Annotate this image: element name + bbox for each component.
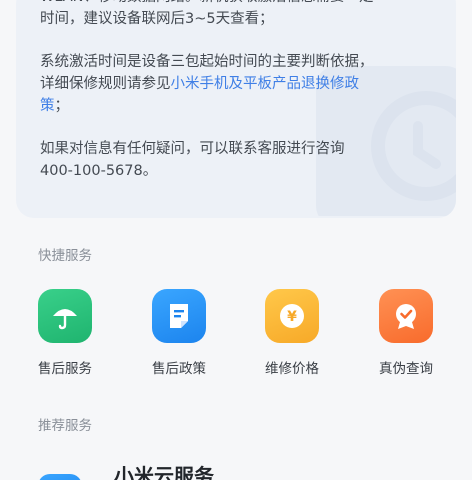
info-line-4: 详细保修规则请参见小米手机及平板产品退换修政 [40, 73, 430, 95]
customer-service-phone[interactable]: 400-100-5678。 [40, 160, 430, 182]
page: WLAN、移动数据网络。新机获取激活信息需要一定 时间，建议设备联网后3~5天查… [0, 0, 472, 480]
cloud-icon [38, 474, 82, 480]
quick-services-title: 快捷服务 [38, 248, 92, 264]
info-line-1: WLAN、移动数据网络。新机获取激活信息需要一定 [40, 0, 430, 8]
warranty-policy-link-cont[interactable]: 策 [40, 98, 55, 114]
info-line-3: 系统激活时间是设备三包起始时间的主要判断依据， [40, 54, 374, 70]
info-line-2: 时间，建议设备联网后3~5天查看； [40, 11, 274, 27]
svg-text:¥: ¥ [287, 309, 297, 325]
after-sales-policy-label: 售后政策 [152, 361, 206, 377]
info-line-5: 策； [40, 95, 430, 117]
activation-info-card: WLAN、移动数据网络。新机获取激活信息需要一定 时间，建议设备联网后3~5天查… [16, 0, 456, 218]
info-text: WLAN、移动数据网络。新机获取激活信息需要一定 时间，建议设备联网后3~5天查… [40, 0, 430, 182]
repair-price-button[interactable]: ¥ 维修价格 [252, 289, 332, 377]
after-sales-service-button[interactable]: 售后服务 [25, 289, 105, 377]
document-icon [152, 289, 206, 343]
info-line-6: 如果对信息有任何疑问，可以联系客服进行咨询 [40, 141, 345, 157]
after-sales-service-label: 售后服务 [38, 361, 92, 377]
authenticity-check-button[interactable]: 真伪查询 [366, 289, 446, 377]
recommended-services-title: 推荐服务 [38, 418, 92, 434]
after-sales-policy-button[interactable]: 售后政策 [139, 289, 219, 377]
yuan-coin-icon: ¥ [265, 289, 319, 343]
verified-badge-icon [379, 289, 433, 343]
quick-services-row: 售后服务 售后政策 ¥ 维修价格 真伪查询 [0, 289, 472, 389]
repair-price-label: 维修价格 [265, 361, 319, 377]
authenticity-check-label: 真伪查询 [379, 361, 433, 377]
xiaomi-cloud-service-item[interactable]: 小米云服务 [0, 452, 472, 480]
umbrella-icon [38, 289, 92, 343]
info-line-4-prefix: 详细保修规则请参见 [40, 76, 171, 92]
warranty-policy-link[interactable]: 小米手机及平板产品退换修政 [171, 76, 360, 92]
xiaomi-cloud-service-name: 小米云服务 [114, 464, 214, 480]
info-line-5-suffix: ； [54, 98, 70, 114]
